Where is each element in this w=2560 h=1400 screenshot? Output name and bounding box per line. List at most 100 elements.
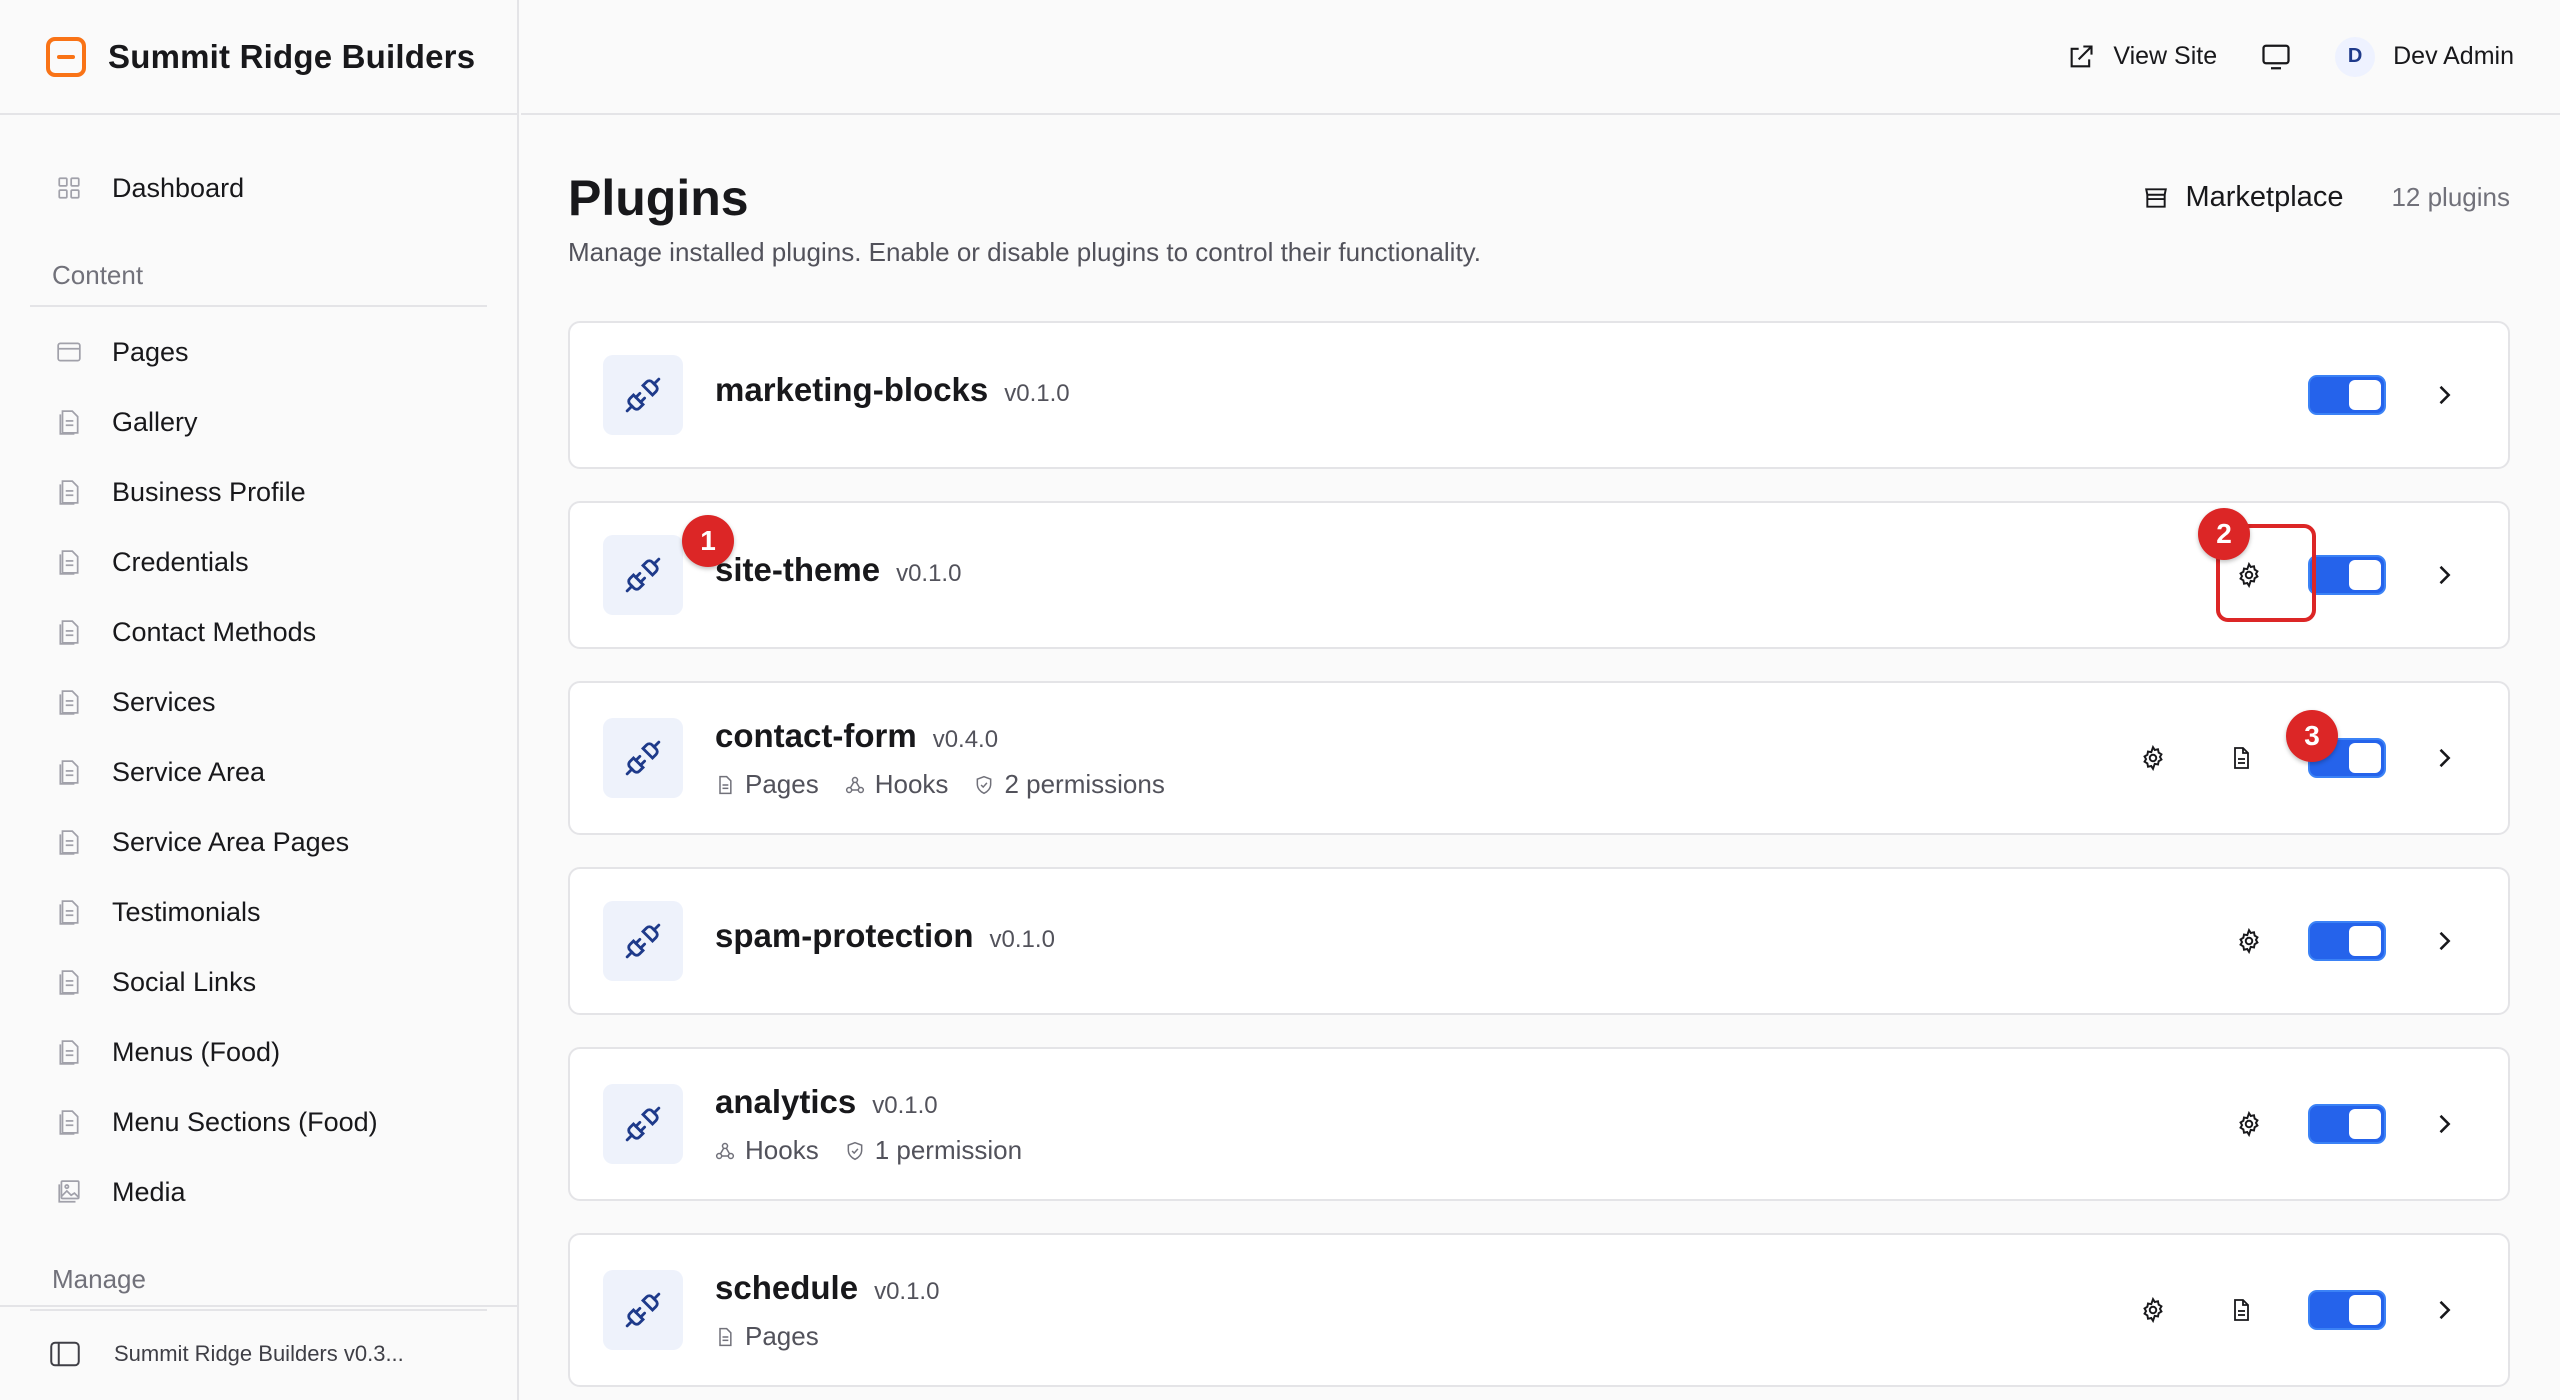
user-menu[interactable]: D Dev Admin [2335, 36, 2514, 77]
sidebar-item-gallery[interactable]: Gallery [0, 387, 517, 457]
document-icon [59, 480, 79, 505]
plugin-card[interactable]: schedule v0.1.0 Pages [568, 1233, 2510, 1387]
sidebar-item-services[interactable]: Services [0, 667, 517, 737]
docs-button[interactable] [2226, 1295, 2256, 1325]
plugin-card[interactable]: contact-form v0.4.0 Pages Hooks 2 permis… [568, 681, 2510, 835]
plugin-version: v0.1.0 [989, 926, 1055, 953]
meta-pages: Pages [715, 1321, 819, 1352]
sidebar-item-menu-sections-food[interactable]: Menu Sections (Food) [0, 1087, 517, 1157]
enable-toggle[interactable] [2308, 555, 2386, 595]
plugin-card[interactable]: analytics v0.1.0 Hooks 1 permission [568, 1047, 2510, 1201]
document-icon [59, 690, 79, 715]
sidebar-item-menus-food[interactable]: Menus (Food) [0, 1017, 517, 1087]
plugin-name: analytics v0.1.0 [715, 1083, 938, 1121]
plugin-version: v0.1.0 [1004, 380, 1070, 407]
page-header: Plugins Manage installed plugins. Enable… [568, 115, 2510, 315]
plugin-meta: Pages [715, 1321, 819, 1352]
sidebar-footer[interactable]: Summit Ridge Builders v0.3... [0, 1305, 517, 1400]
document-icon [59, 970, 79, 995]
sidebar-item-dashboard[interactable]: Dashboard [0, 153, 517, 223]
sidebar-item-label: Media [112, 1176, 186, 1207]
plugin-version: v0.4.0 [932, 726, 999, 753]
document-icon [59, 410, 79, 435]
chevron-right-icon[interactable] [2430, 381, 2458, 409]
enable-toggle[interactable] [2308, 375, 2386, 415]
gear-icon [2239, 928, 2259, 954]
chevron-right-icon[interactable] [2430, 927, 2458, 955]
sidebar-item-pages[interactable]: Pages [0, 317, 517, 387]
meta-label: Hooks [874, 769, 949, 799]
file-icon [719, 775, 732, 794]
plug-icon [603, 535, 683, 615]
docs-button[interactable] [2226, 743, 2256, 773]
chevron-right-icon[interactable] [2430, 744, 2458, 772]
chevron-right-icon[interactable] [2430, 561, 2458, 589]
meta-hooks: Hooks [845, 769, 949, 800]
avatar: D [2335, 36, 2376, 77]
plugin-card[interactable]: marketing-blocks v0.1.0 [568, 321, 2510, 469]
sidebar-item-social-links[interactable]: Social Links [0, 947, 517, 1017]
chevron-right-icon[interactable] [2430, 1296, 2458, 1324]
sidebar-item-credentials[interactable]: Credentials [0, 527, 517, 597]
webhook-icon [845, 776, 864, 793]
enable-toggle[interactable] [2308, 1104, 2386, 1144]
enable-toggle[interactable] [2308, 1290, 2386, 1330]
annotation-badge-3: 3 [2286, 710, 2338, 762]
plugin-card[interactable]: spam-protection v0.1.0 [568, 867, 2510, 1015]
plugin-title: site-theme [715, 551, 881, 588]
settings-button[interactable] [2138, 743, 2168, 773]
plugin-actions [2138, 1290, 2458, 1330]
sidebar-item-label: Social Links [112, 966, 257, 997]
sidebar-item-label: Testimonials [112, 896, 261, 927]
page-header-actions: Marketplace 12 plugins [2143, 181, 2510, 214]
sidebar-item-label: Contact Methods [112, 616, 317, 647]
preview-button[interactable] [2261, 43, 2291, 71]
sidebar-item-label: Pages [112, 336, 189, 367]
sidebar-item-contact-methods[interactable]: Contact Methods [0, 597, 517, 667]
settings-button[interactable] [2138, 1295, 2168, 1325]
marketplace-button[interactable]: Marketplace [2143, 181, 2343, 214]
sidebar-item-service-area-pages[interactable]: Service Area Pages [0, 807, 517, 877]
plug-icon [603, 901, 683, 981]
view-site-label: View Site [2113, 42, 2218, 70]
plugin-title: schedule [715, 1269, 859, 1306]
plugin-count: 12 plugins [2391, 182, 2510, 212]
page-description: Manage installed plugins. Enable or disa… [568, 237, 1481, 267]
chevron-right-icon[interactable] [2430, 1110, 2458, 1138]
gear-icon [2239, 1111, 2259, 1137]
meta-label: Pages [745, 1321, 819, 1351]
enable-toggle[interactable] [2308, 921, 2386, 961]
marketplace-label: Marketplace [2185, 181, 2344, 213]
meta-label: Pages [745, 769, 819, 799]
page-title: Plugins [568, 170, 749, 226]
document-icon [59, 900, 79, 925]
sidebar-item-service-area[interactable]: Service Area [0, 737, 517, 807]
plugin-version: v0.1.0 [896, 560, 962, 587]
meta-permissions: 2 permissions [974, 769, 1165, 800]
meta-label: 1 permission [874, 1135, 1023, 1165]
plugin-title: marketing-blocks [715, 371, 989, 408]
plug-icon [603, 1084, 683, 1164]
sidebar-nav: Dashboard Content Pages Gallery Business… [0, 115, 517, 1311]
sidebar-item-label: Credentials [112, 546, 249, 577]
gear-icon [2143, 745, 2163, 771]
file-text-icon [2234, 1299, 2249, 1321]
sidebar-item-media[interactable]: Media [0, 1157, 517, 1227]
sidebar-item-label: Menus (Food) [112, 1036, 281, 1067]
plugin-meta: Pages Hooks 2 permissions [715, 769, 1165, 800]
settings-button[interactable] [2234, 926, 2264, 956]
sidebar-item-label: Gallery [112, 406, 198, 437]
plug-icon [603, 355, 683, 435]
settings-button[interactable] [2234, 1109, 2264, 1139]
brand[interactable]: Summit Ridge Builders [0, 0, 517, 115]
view-site-button[interactable]: View Site [2067, 42, 2217, 71]
brand-logo-icon [46, 36, 86, 77]
plugin-actions [2234, 1104, 2458, 1144]
meta-label: 2 permissions [1004, 769, 1165, 799]
plugin-title: analytics [715, 1083, 857, 1120]
meta-label: Hooks [745, 1135, 819, 1165]
sidebar-item-business-profile[interactable]: Business Profile [0, 457, 517, 527]
sidebar-item-testimonials[interactable]: Testimonials [0, 877, 517, 947]
sidebar: Summit Ridge Builders Dashboard Content … [0, 0, 519, 1400]
document-icon [59, 830, 79, 855]
